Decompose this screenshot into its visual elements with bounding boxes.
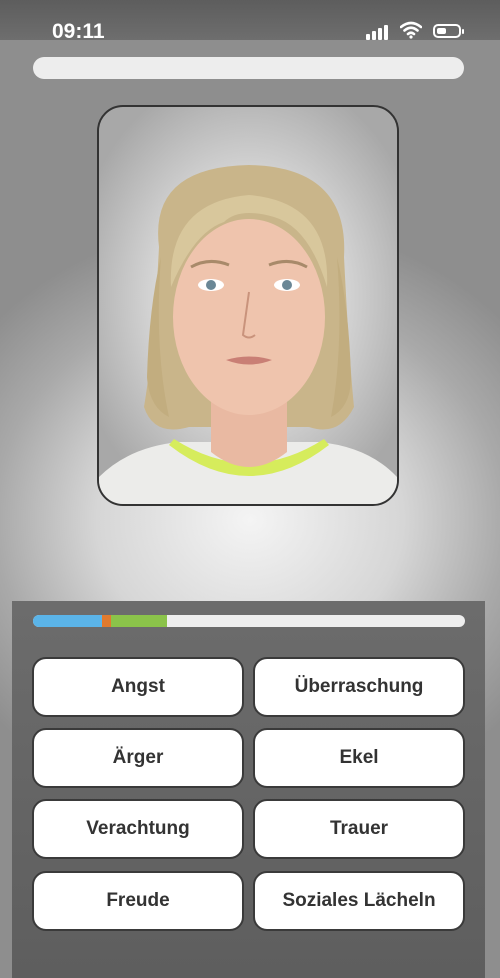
answer-ekel-button[interactable]: Ekel <box>253 728 465 788</box>
answer-angst-button[interactable]: Angst <box>32 657 244 717</box>
cellular-signal-icon <box>366 24 392 40</box>
progress-segment-blue <box>33 615 103 627</box>
answer-freude-button[interactable]: Freude <box>32 871 244 931</box>
wifi-icon <box>400 21 422 39</box>
face-illustration <box>99 165 397 504</box>
answer-soziales-laecheln-button[interactable]: Soziales Lächeln <box>253 871 465 931</box>
quiz-progress-bar <box>33 57 464 79</box>
answer-trauer-button[interactable]: Trauer <box>253 799 465 859</box>
face-photo <box>97 105 399 506</box>
progress-segment-orange <box>102 615 111 627</box>
answer-aerger-button[interactable]: Ärger <box>32 728 244 788</box>
battery-icon <box>433 24 464 38</box>
progress-segment-green <box>110 615 167 627</box>
status-bar: 09:11 <box>0 0 500 43</box>
answer-progress-bar <box>33 615 465 627</box>
status-time: 09:11 <box>52 20 105 43</box>
answer-ueberraschung-button[interactable]: Überraschung <box>253 657 465 717</box>
answer-verachtung-button[interactable]: Verachtung <box>32 799 244 859</box>
